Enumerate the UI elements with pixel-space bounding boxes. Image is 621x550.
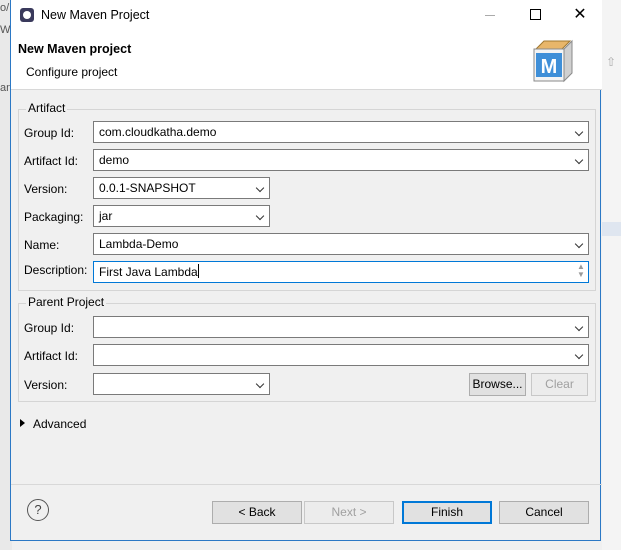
page-subtitle: Configure project xyxy=(26,65,118,79)
background-app-right: ⇧ xyxy=(602,0,621,550)
parent-version-label: Version: xyxy=(24,378,68,392)
parent-artifact-id-label: Artifact Id: xyxy=(24,349,79,363)
name-label: Name: xyxy=(24,238,60,252)
clear-button[interactable]: Clear xyxy=(531,373,588,396)
cancel-button[interactable]: Cancel xyxy=(499,501,589,524)
description-text: First Java Lambda xyxy=(99,265,198,279)
artifact-id-combo[interactable]: demo xyxy=(93,149,589,171)
maximize-button[interactable] xyxy=(527,6,545,24)
close-button[interactable]: ✕ xyxy=(571,6,589,24)
artifact-legend: Artifact xyxy=(26,101,68,115)
minimize-button[interactable] xyxy=(481,6,499,24)
new-maven-project-dialog: New Maven Project ✕ New Maven project Co… xyxy=(10,0,602,541)
parent-version-combo[interactable] xyxy=(93,373,270,395)
advanced-label: Advanced xyxy=(33,417,87,431)
footer-separator xyxy=(11,484,602,485)
bg-fragment: W xyxy=(0,24,11,36)
bg-highlight xyxy=(602,222,621,236)
bg-fragment: o/ xyxy=(0,2,10,14)
page-title: New Maven project xyxy=(18,42,132,56)
maven-icon: M xyxy=(533,39,573,83)
eclipse-icon xyxy=(20,8,34,22)
help-icon[interactable]: ? xyxy=(27,499,49,521)
parent-artifact-id-combo[interactable] xyxy=(93,344,589,366)
artifact-id-label: Artifact Id: xyxy=(24,154,79,168)
packaging-combo[interactable]: jar xyxy=(93,205,270,227)
group-id-combo[interactable]: com.cloudkatha.demo xyxy=(93,121,589,143)
browse-button[interactable]: Browse... xyxy=(469,373,526,396)
wizard-header: New Maven project Configure project M xyxy=(11,31,602,90)
back-button[interactable]: < Back xyxy=(212,501,302,524)
next-button[interactable]: Next > xyxy=(304,501,394,524)
packaging-label: Packaging: xyxy=(24,210,84,224)
title-bar: New Maven Project ✕ xyxy=(11,0,602,31)
version-label: Version: xyxy=(24,182,68,196)
version-combo[interactable]: 0.0.1-SNAPSHOT xyxy=(93,177,270,199)
text-cursor xyxy=(197,264,199,278)
parent-group-id-combo[interactable] xyxy=(93,316,589,338)
scroll-up-icon: ⇧ xyxy=(605,55,617,69)
expand-triangle-icon xyxy=(20,419,25,427)
maven-icon-letter: M xyxy=(541,56,558,78)
description-label: Description: xyxy=(24,263,88,277)
name-combo[interactable]: Lambda-Demo xyxy=(93,233,589,255)
parent-project-legend: Parent Project xyxy=(26,295,107,309)
description-spinner[interactable]: ▲ ▼ xyxy=(576,263,586,281)
advanced-section-toggle[interactable]: Advanced xyxy=(20,417,86,431)
finish-button[interactable]: Finish xyxy=(402,501,492,524)
group-id-label: Group Id: xyxy=(24,126,75,140)
description-input[interactable]: First Java Lambda ▲ ▼ xyxy=(93,261,589,283)
window-title: New Maven Project xyxy=(41,8,150,22)
parent-group-id-label: Group Id: xyxy=(24,321,75,335)
